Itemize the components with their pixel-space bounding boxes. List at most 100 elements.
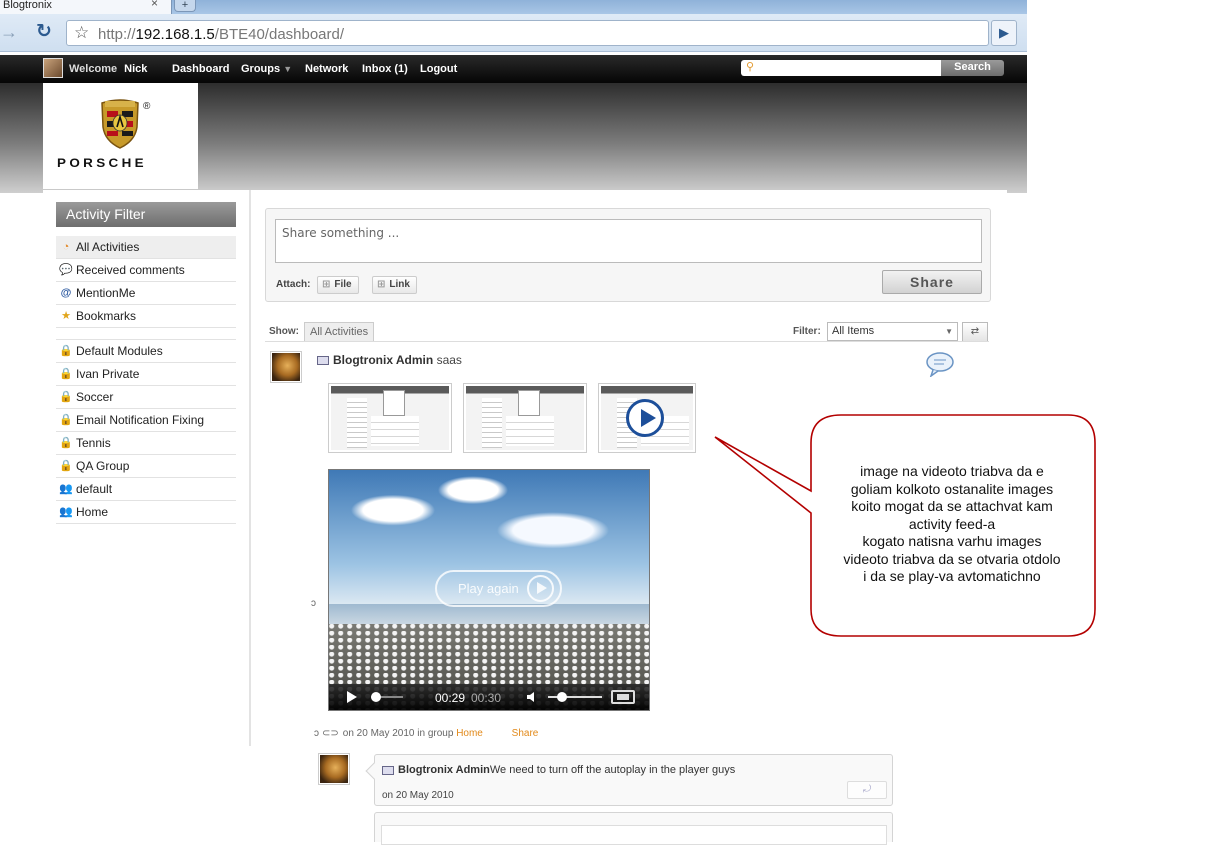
refresh-icon[interactable]: ⇄ [962, 322, 988, 342]
video-controls: 00:29 00:30 [329, 684, 649, 710]
comment-author-link[interactable]: Blogtronix Admin [398, 764, 490, 776]
bookmark-star-icon[interactable]: ☆ [74, 23, 89, 43]
play-again-button[interactable]: Play again [435, 570, 562, 607]
share-composer: Share something ... Attach: ⊞ File ⊞ Link … [265, 208, 991, 302]
vcard-icon [382, 765, 394, 775]
nav-groups[interactable]: Groups ▼ [241, 63, 292, 75]
filter-bookmarks[interactable]: ★ Bookmarks [56, 305, 236, 328]
reply-icon[interactable]: ⤾ [847, 781, 887, 799]
group-item[interactable]: 🔒 Tennis [56, 432, 236, 455]
lock-icon: 🔒 [59, 460, 73, 472]
volume-handle[interactable] [557, 692, 567, 702]
bubble-pointer [365, 762, 383, 780]
star-icon: ★ [61, 310, 71, 322]
comment-date: on 20 May 2010 [382, 790, 454, 801]
browser-tab[interactable]: Blogtronix × [0, 0, 172, 14]
lock-icon: 🔒 [59, 414, 73, 426]
go-icon[interactable]: ▶ [991, 20, 1017, 46]
post-author-link[interactable]: Blogtronix Admin [333, 353, 433, 367]
post-message: saas [436, 353, 462, 367]
show-label: Show: [269, 326, 299, 337]
current-time: 00:29 [435, 691, 466, 705]
group-icon: 👥 [59, 506, 73, 518]
forward-icon[interactable]: → [0, 22, 18, 43]
plus-icon: ⊞ [322, 279, 331, 290]
filter-label: Filter: [793, 326, 821, 337]
comment: Blogtronix AdminWe need to turn off the … [365, 754, 893, 806]
share-link[interactable]: Share [512, 728, 539, 739]
share-arrow-icon: ↄ [314, 728, 319, 739]
registered-mark: ® [143, 101, 151, 112]
browser-toolbar: → ↻ ☆ http://192.168.1.5/BTE40/dashboard… [0, 14, 1027, 52]
tab-all-activities[interactable]: All Activities [304, 322, 375, 341]
attach-file-button[interactable]: ⊞ File [317, 276, 359, 294]
feed-icon: ◔ [62, 241, 70, 253]
porsche-crest-icon [101, 99, 139, 149]
nav-logout[interactable]: Logout [420, 63, 457, 75]
video-frame [329, 604, 649, 624]
at-icon: @ [60, 287, 72, 299]
nav-network[interactable]: Network [305, 63, 348, 75]
user-avatar[interactable] [43, 58, 63, 78]
group-icon: 👥 [59, 483, 73, 495]
seek-handle[interactable] [371, 692, 381, 702]
share-input[interactable]: Share something ... [275, 219, 982, 263]
lock-icon: 🔒 [59, 345, 73, 357]
post-header: Blogtronix Admin saas [317, 353, 462, 367]
comment-icon: 💬 [59, 264, 73, 276]
group-item[interactable]: 🔒 Soccer [56, 386, 236, 409]
nav-inbox[interactable]: Inbox (1) [362, 63, 408, 75]
filter-all-activities[interactable]: ◔ All Activities [56, 236, 236, 259]
url-text[interactable]: http://192.168.1.5/BTE40/dashboard/ [98, 26, 344, 43]
comment-avatar[interactable] [318, 753, 350, 785]
attach-link-button[interactable]: ⊞ Link [372, 276, 417, 294]
search-icon: ⚲ [746, 61, 755, 73]
volume-icon[interactable] [527, 692, 537, 702]
divider [265, 341, 989, 342]
share-button[interactable]: Share [882, 270, 982, 294]
browser-tabstrip: Blogtronix × + [0, 0, 1027, 14]
logo-wordmark: PORSCHE [57, 156, 147, 170]
post-meta: ↄ ⊂⊃ on 20 May 2010 in group Home Share [314, 728, 539, 739]
reload-icon[interactable]: ↻ [36, 20, 52, 43]
comment-input[interactable] [381, 825, 887, 845]
activity-filter-sidebar: Activity Filter ◔ All Activities 💬 Receive… [43, 190, 251, 746]
comment-icon[interactable] [925, 351, 955, 377]
play-icon [527, 575, 554, 602]
welcome-text: Welcome Nick [69, 63, 148, 75]
group-link[interactable]: Home [456, 728, 483, 739]
nav-dashboard[interactable]: Dashboard [172, 63, 229, 75]
screenshot-root: Blogtronix × + → ↻ ☆ http://192.168.1.5/… [0, 0, 1206, 860]
site-logo[interactable]: ® PORSCHE [43, 83, 198, 189]
vcard-icon [317, 356, 329, 366]
search-input[interactable]: ⚲ [741, 60, 941, 76]
tab-title: Blogtronix [3, 0, 52, 11]
comment-text: We need to turn off the autoplay in the … [489, 764, 736, 776]
filter-received-comments[interactable]: 💬 Received comments [56, 259, 236, 282]
filter-select[interactable]: All Items ▼ [827, 322, 958, 341]
site-topbar: Welcome Nick Dashboard Groups ▼ Network … [0, 55, 1027, 83]
group-item[interactable]: 🔒 Ivan Private [56, 363, 236, 386]
play-icon[interactable] [347, 691, 357, 703]
video-player[interactable]: Play again 00:29 00:30 [328, 469, 650, 711]
group-item[interactable]: 🔒 Default Modules [56, 340, 236, 363]
video-thumbnail[interactable] [598, 383, 696, 453]
image-thumbnail[interactable] [328, 383, 452, 453]
link-icon: ⊂⊃ [322, 728, 339, 739]
filter-mentionme[interactable]: @ MentionMe [56, 282, 236, 305]
attach-label: Attach: [276, 279, 311, 290]
group-item[interactable]: 👥 Home [56, 501, 236, 524]
list-divider [56, 328, 236, 340]
new-tab-button[interactable]: + [174, 0, 196, 12]
group-item[interactable]: 👥 default [56, 478, 236, 501]
group-item[interactable]: 🔒 Email Notification Fixing [56, 409, 236, 432]
group-item[interactable]: 🔒 QA Group [56, 455, 236, 478]
image-thumbnail[interactable] [463, 383, 587, 453]
address-bar[interactable]: ☆ http://192.168.1.5/BTE40/dashboard/ [66, 20, 989, 46]
tab-close-icon[interactable]: × [151, 0, 158, 9]
duration: 00:30 [471, 691, 502, 705]
post-avatar[interactable] [270, 351, 302, 383]
search-button[interactable]: Search [941, 60, 1004, 76]
fullscreen-icon[interactable] [611, 690, 635, 704]
comment-input-box[interactable] [374, 812, 893, 845]
